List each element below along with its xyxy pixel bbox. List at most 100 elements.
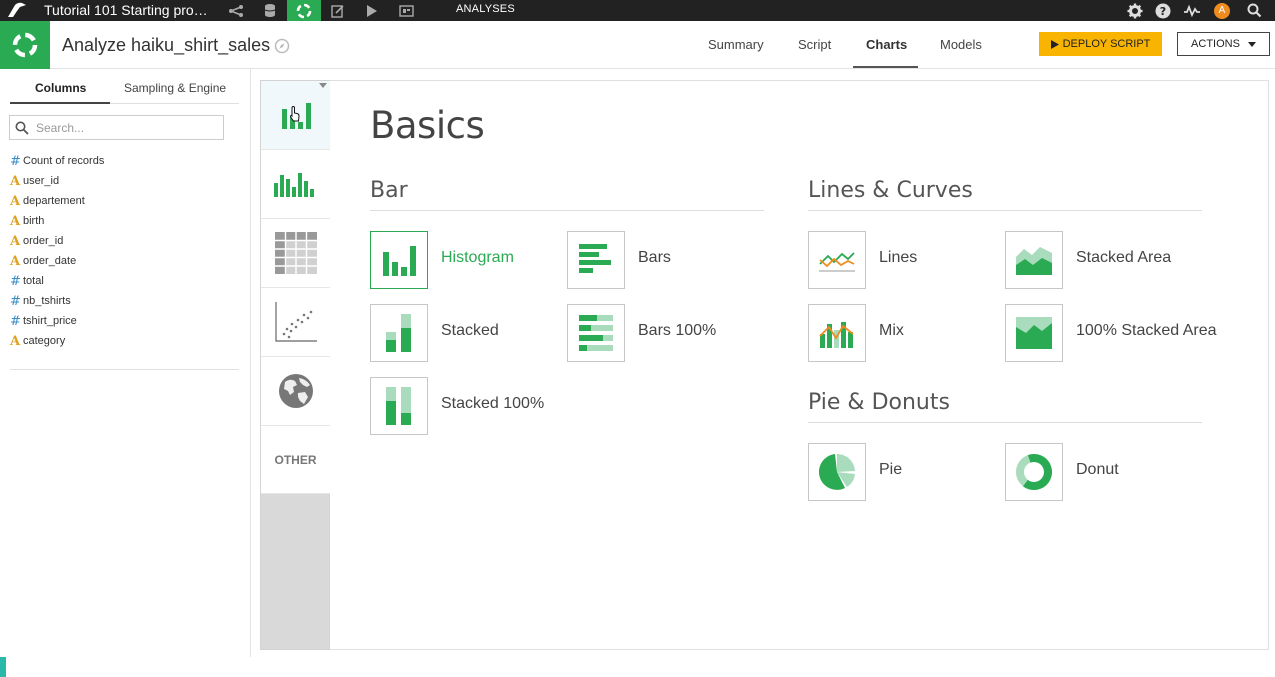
search-icon <box>15 121 29 135</box>
actions-label: ACTIONS <box>1191 38 1240 50</box>
chart-type-label[interactable]: Stacked <box>441 322 499 340</box>
column-item[interactable]: # total <box>10 271 240 291</box>
donut-chart-icon <box>1016 454 1052 490</box>
jobs-icon[interactable] <box>360 0 384 21</box>
project-name[interactable]: Tutorial 101 Starting pro… <box>44 2 208 18</box>
column-name: order_date <box>23 255 77 267</box>
datasets-icon[interactable] <box>258 0 282 21</box>
avatar[interactable]: A <box>1212 1 1232 20</box>
chart-type-label[interactable]: Mix <box>879 322 904 340</box>
bars-100-icon <box>579 315 613 351</box>
column-item[interactable]: Aorder_date <box>10 251 240 271</box>
chart-type-stacked[interactable] <box>370 304 428 362</box>
column-name: total <box>23 275 44 287</box>
chart-type-lines[interactable] <box>808 231 866 289</box>
column-item[interactable]: Acategory <box>10 331 240 351</box>
tab-script[interactable]: Script <box>798 37 831 52</box>
columns-panel: Columns Sampling & Engine #Count of reco… <box>0 69 251 657</box>
settings-icon[interactable] <box>1125 1 1145 20</box>
chart-type-bars[interactable] <box>567 231 625 289</box>
analysis-title[interactable]: Analyze haiku_shirt_sales <box>62 35 270 56</box>
chart-type-label[interactable]: Lines <box>879 249 917 267</box>
tab-models[interactable]: Models <box>940 37 982 52</box>
chart-type-label[interactable]: Stacked Area <box>1076 249 1171 267</box>
section-divider <box>808 210 1202 211</box>
chart-type-100-stacked-area[interactable] <box>1005 304 1063 362</box>
tab-charts[interactable]: Charts <box>866 37 907 52</box>
category-basics[interactable] <box>261 81 330 150</box>
chart-type-mix[interactable] <box>808 304 866 362</box>
top-navigation-bar: Tutorial 101 Starting pro… ANALYSES ? A <box>0 0 1275 21</box>
text-type-icon: A <box>10 213 21 229</box>
chart-type-stacked-100[interactable] <box>370 377 428 435</box>
stacked-area-100-icon <box>1016 317 1052 349</box>
chart-type-label[interactable]: Pie <box>879 461 902 479</box>
active-tab-indicator <box>853 66 918 68</box>
text-type-icon: A <box>10 253 21 269</box>
category-histogram[interactable] <box>261 150 330 219</box>
chart-type-label[interactable]: Histogram <box>441 249 514 267</box>
section-title-bar: Bar <box>370 178 408 203</box>
column-name: user_id <box>23 175 60 187</box>
chart-type-label[interactable]: Donut <box>1076 461 1119 479</box>
column-name: order_id <box>23 235 64 247</box>
section-title-lines-curves: Lines & Curves <box>808 178 973 203</box>
chart-type-stacked-area[interactable] <box>1005 231 1063 289</box>
deploy-script-label: DEPLOY SCRIPT <box>1062 38 1151 50</box>
text-type-icon: A <box>10 333 21 349</box>
activity-icon[interactable] <box>1182 1 1202 20</box>
chart-type-label[interactable]: Stacked 100% <box>441 395 544 413</box>
section-label: ANALYSES <box>456 3 515 15</box>
column-item[interactable]: # Count of records <box>10 151 240 171</box>
status-indicator <box>0 657 6 677</box>
column-item[interactable]: Adepartement <box>10 191 240 211</box>
flow-icon[interactable] <box>224 0 248 21</box>
chart-type-label[interactable]: Bars <box>638 249 671 267</box>
category-other[interactable]: OTHER <box>261 426 330 494</box>
chart-type-histogram[interactable] <box>370 231 428 289</box>
column-list-divider <box>10 369 239 370</box>
help-icon[interactable]: ? <box>1153 1 1173 20</box>
notebook-icon[interactable] <box>326 0 350 21</box>
dataiku-bird-logo-icon[interactable] <box>6 2 28 19</box>
actions-dropdown-button[interactable]: ACTIONS <box>1177 32 1270 56</box>
table-icon <box>274 232 317 274</box>
column-name: Count of records <box>23 155 105 167</box>
globe-icon <box>278 374 313 408</box>
category-scatter[interactable] <box>261 288 330 357</box>
compass-icon[interactable] <box>274 38 290 54</box>
section-title-pie-donuts: Pie & Donuts <box>808 390 950 415</box>
category-table[interactable] <box>261 219 330 288</box>
chart-type-label[interactable]: 100% Stacked Area <box>1076 322 1217 340</box>
category-maps[interactable] <box>261 357 330 426</box>
horizontal-bars-icon <box>579 244 611 273</box>
chart-type-label[interactable]: Bars 100% <box>638 322 716 340</box>
tab-sampling-engine[interactable]: Sampling & Engine <box>124 81 226 95</box>
histogram-bars-icon <box>273 173 314 197</box>
tab-columns[interactable]: Columns <box>35 81 86 95</box>
numeric-type-icon: # <box>10 293 21 309</box>
section-divider <box>370 210 764 211</box>
column-item[interactable]: Abirth <box>10 211 240 231</box>
column-item[interactable]: Aorder_id <box>10 231 240 251</box>
search-icon[interactable] <box>1244 1 1264 20</box>
deploy-script-button[interactable]: DEPLOY SCRIPT <box>1039 32 1162 56</box>
text-type-icon: A <box>10 173 21 189</box>
column-item[interactable]: # nb_tshirts <box>10 291 240 311</box>
column-item[interactable]: Auser_id <box>10 171 240 191</box>
chart-type-bars-100[interactable] <box>567 304 625 362</box>
column-search-input[interactable] <box>36 118 221 137</box>
chart-type-picker <box>330 80 1269 650</box>
page-title: Basics <box>370 104 485 147</box>
chart-type-donut[interactable] <box>1005 443 1063 501</box>
analyses-icon[interactable] <box>287 0 321 21</box>
chart-type-pie[interactable] <box>808 443 866 501</box>
scatter-icon <box>274 302 317 342</box>
caret-down-icon <box>1247 41 1256 47</box>
dashboard-icon[interactable] <box>394 0 418 21</box>
numeric-type-icon: # <box>10 313 21 329</box>
play-icon <box>1050 39 1059 49</box>
mix-chart-icon <box>819 322 854 348</box>
tab-summary[interactable]: Summary <box>708 37 764 52</box>
column-item[interactable]: # tshirt_price <box>10 311 240 331</box>
